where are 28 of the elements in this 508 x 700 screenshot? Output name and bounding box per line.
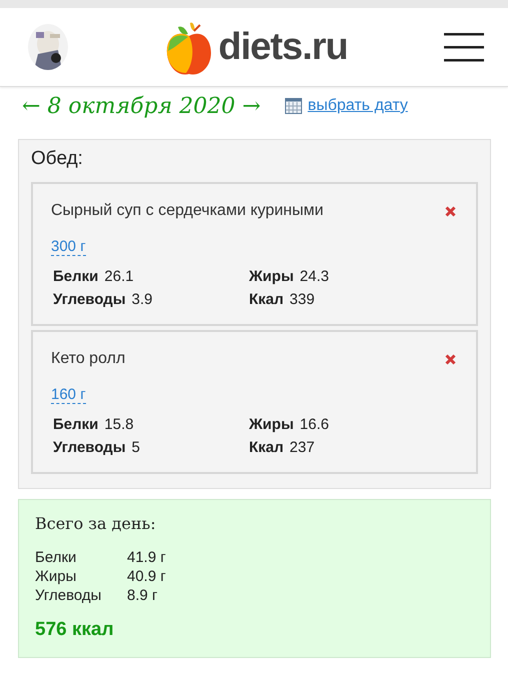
nutrient-total: 8.9 г [127, 586, 158, 605]
delete-icon[interactable] [445, 354, 456, 364]
food-name: Кето ролл [51, 350, 126, 368]
nutrient-value: Углеводы 5 [53, 439, 141, 456]
nutrient-value: Углеводы 3.9 [53, 291, 154, 308]
logo-text[interactable]: diets.ru [218, 26, 348, 68]
nutrient-value: Белки 15.8 [53, 416, 135, 433]
nutrient-label: Белки [35, 548, 78, 567]
pick-date-link[interactable]: выбрать дату [308, 97, 408, 115]
nutrient-label: Углеводы [35, 586, 102, 605]
menu-icon[interactable] [444, 32, 484, 62]
date-navigation[interactable]: ← 8 октября 2020 → [22, 94, 261, 118]
portion-link[interactable]: 300 г [51, 238, 86, 256]
delete-icon[interactable] [445, 206, 456, 216]
nutrient-value: Белки 26.1 [53, 268, 135, 285]
calendar-icon[interactable] [284, 98, 302, 114]
nutrient-value: Ккал 339 [249, 291, 316, 308]
nutrient-value: Жиры 24.3 [249, 268, 330, 285]
food-name: Сырный суп с сердечками куриными [51, 202, 324, 220]
portion-link[interactable]: 160 г [51, 386, 86, 404]
meal-title: Обед: [31, 148, 83, 170]
nutrient-value: Жиры 16.6 [249, 416, 330, 433]
nutrient-label: Жиры [35, 567, 78, 586]
nutrient-total: 40.9 г [127, 567, 166, 586]
total-title: Всего за день: [35, 514, 156, 533]
nutrient-total: 41.9 г [127, 548, 166, 567]
nutrient-value: Ккал 237 [249, 439, 316, 456]
calorie-total: 576 ккал [35, 619, 114, 641]
